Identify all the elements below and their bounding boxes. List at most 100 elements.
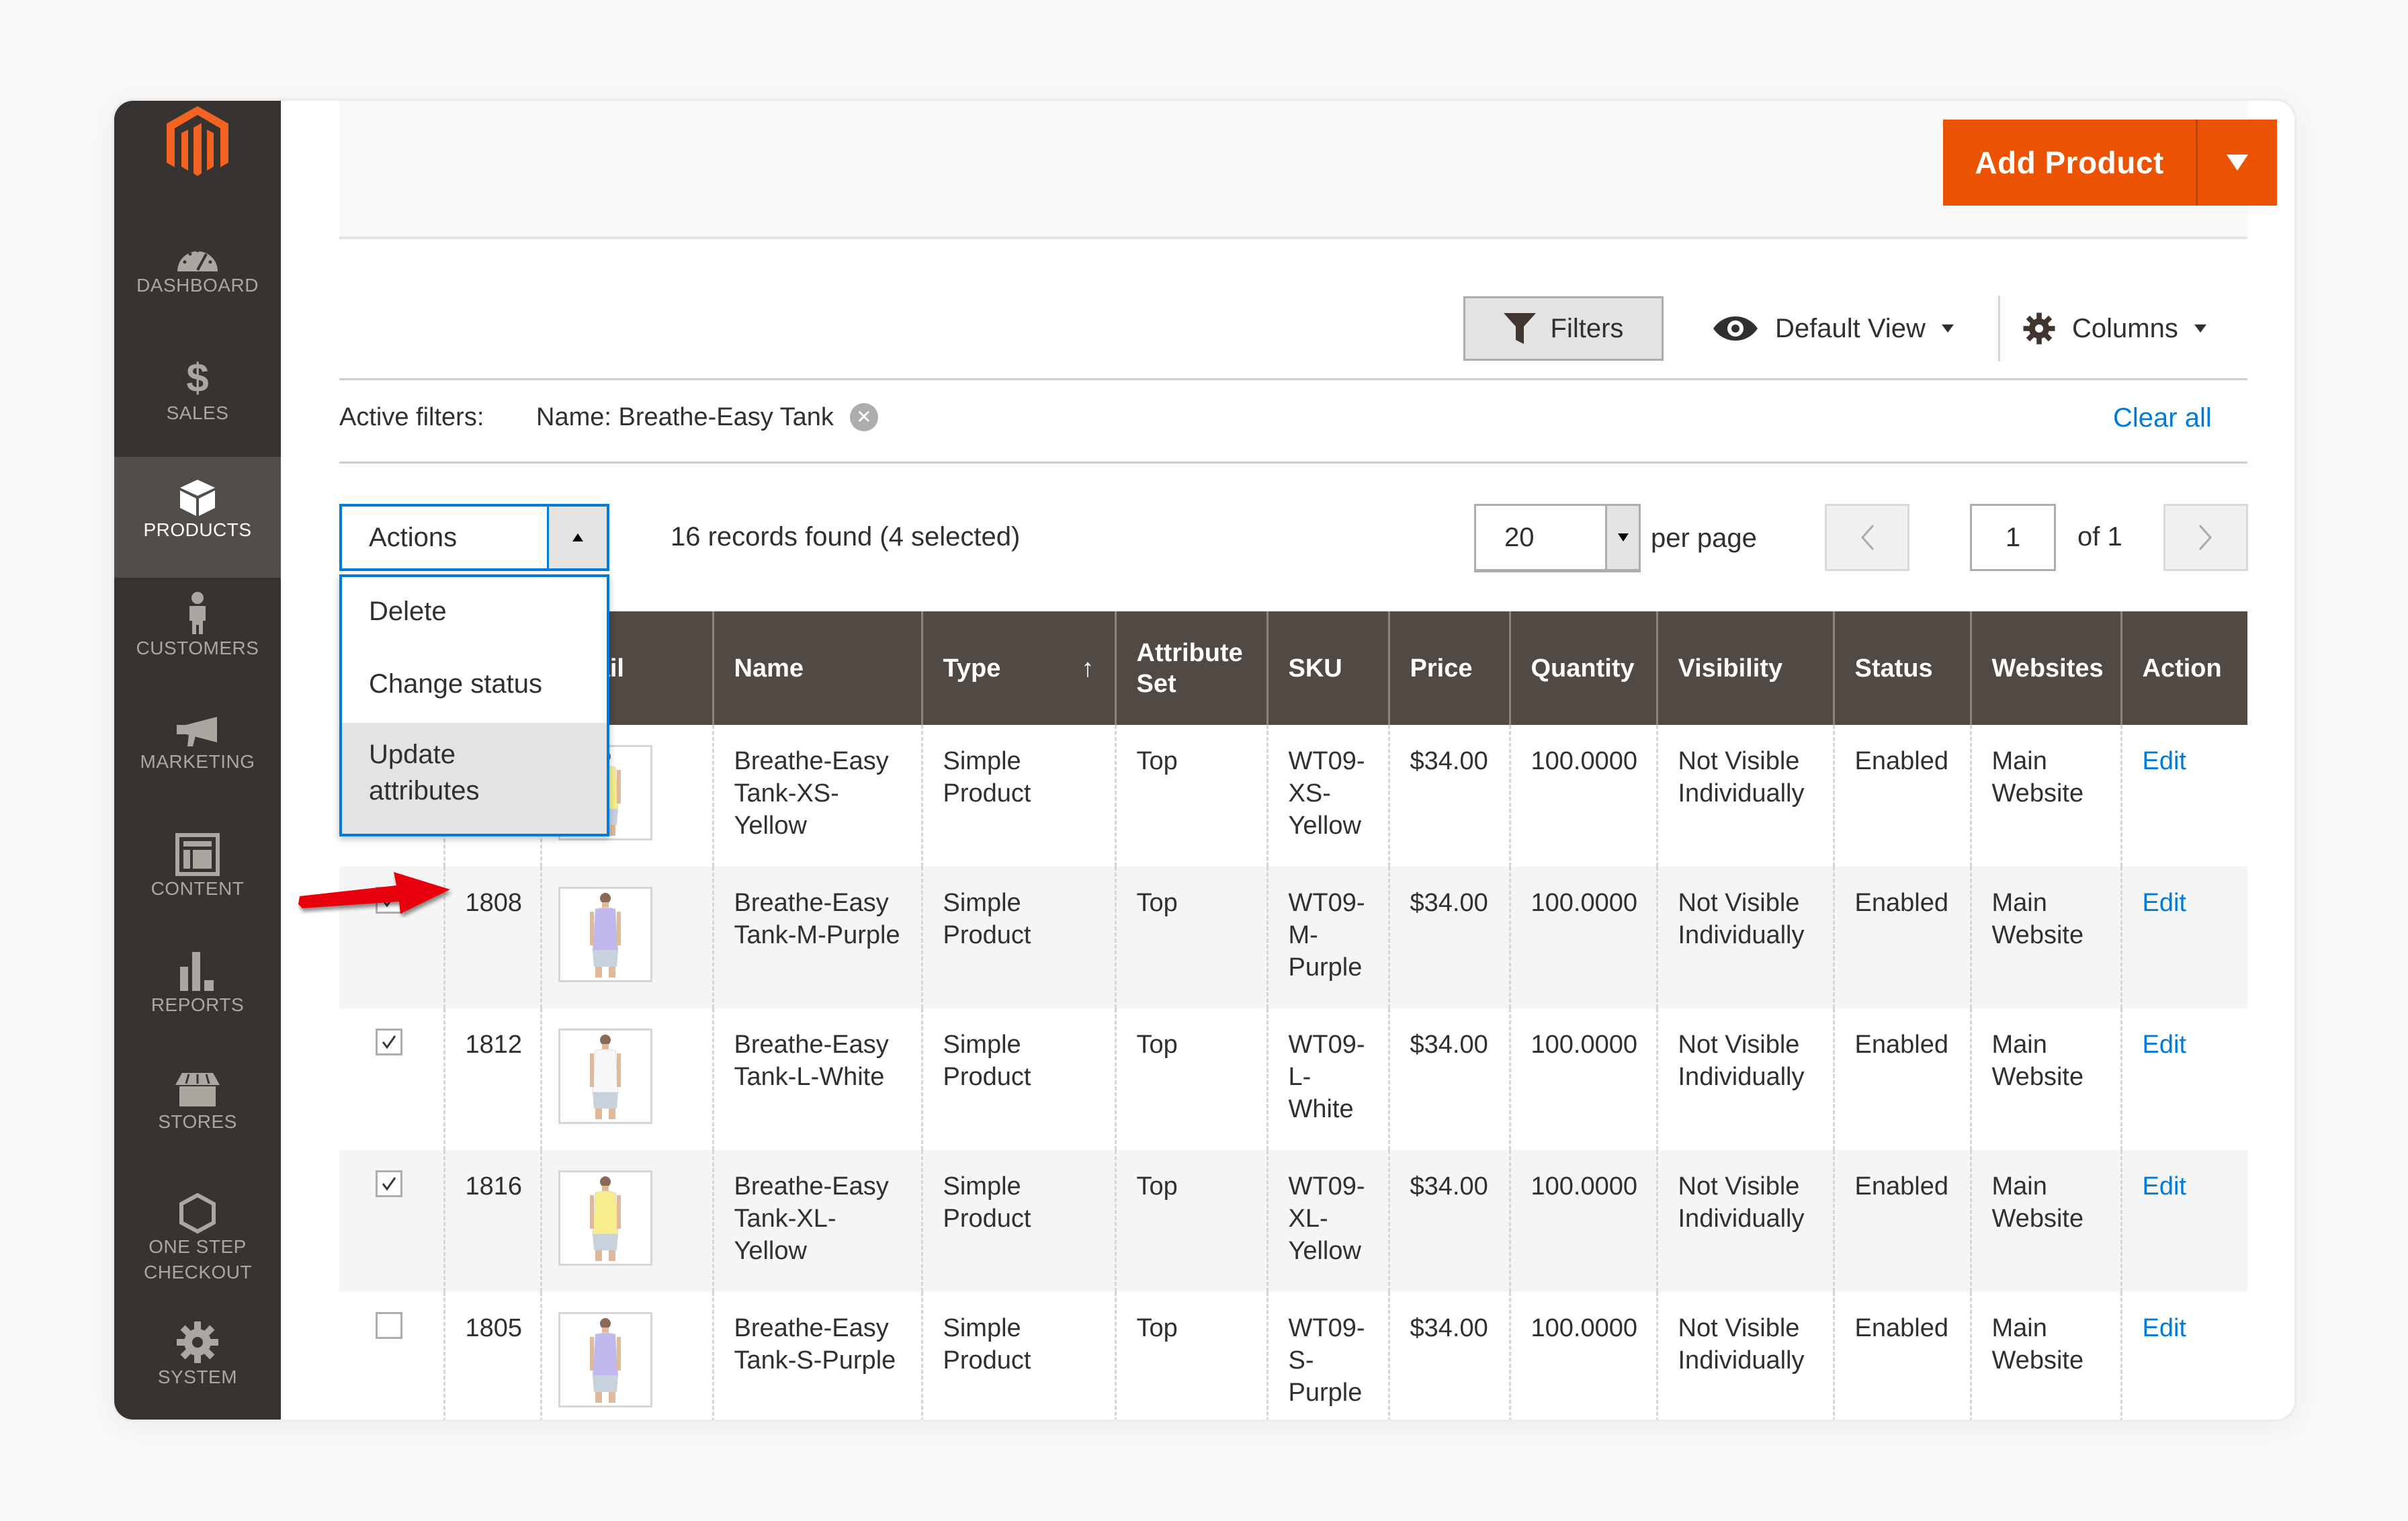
sidebar-item-label: One Step Checkout [144,1236,253,1283]
megaphone-icon [177,717,217,746]
edit-link[interactable]: Edit [2143,889,2186,917]
column-header-websites[interactable]: Websites [1969,611,2121,725]
sidebar-item-customers[interactable]: Customers [114,591,281,692]
product-thumbnail[interactable] [558,1029,652,1124]
cell-select [339,1150,444,1292]
sidebar-item-one-step-checkout[interactable]: One Step Checkout [114,1192,281,1307]
page-actions-bar: Add Product [339,101,2277,239]
column-header-visibility[interactable]: Visibility [1656,611,1834,725]
cell-name: Breathe-Easy Tank-XS-Yellow [712,725,922,867]
edit-link[interactable]: Edit [2143,1031,2186,1059]
cell-sku: WT09-L-White [1266,1008,1389,1150]
previous-page-button[interactable] [1825,504,1909,571]
cell-status: Enabled [1832,1150,1971,1292]
column-header-price[interactable]: Price [1387,611,1510,725]
sidebar-item-content[interactable]: Content [114,833,281,934]
filters-button[interactable]: Filters [1463,296,1664,361]
cell-select [339,1292,444,1420]
action-option-update-attributes[interactable]: Update attributes [342,723,607,834]
active-filter-chip: Name: Breathe-Easy Tank ✕ [536,400,878,434]
mass-actions-toggle[interactable] [549,507,607,568]
cell-attribute-set: Top [1114,1292,1267,1420]
add-product-button[interactable]: Add Product [1943,120,2198,206]
column-header-sku[interactable]: SKU [1266,611,1389,725]
sidebar-item-system[interactable]: System [114,1320,281,1420]
page-header: Add Product [281,101,2294,239]
column-header-attribute-set[interactable]: Attribute Set [1114,611,1267,725]
cell-price: $34.00 [1387,1150,1510,1292]
columns-dropdown[interactable]: Columns [2022,296,2206,361]
sidebar-item-products[interactable]: Products [114,457,281,578]
column-header-type[interactable]: Type ↑ [920,611,1115,725]
cell-sku: WT09-XS-Yellow [1266,725,1389,867]
cell-websites: Main Website [1969,725,2121,867]
filter-chip-text: Name: Breathe-Easy Tank [536,403,834,431]
cell-status: Enabled [1832,867,1971,1008]
cell-id: 1808 [443,867,541,1008]
action-option-change-status[interactable]: Change status [342,666,607,702]
product-photo-icon [589,893,621,977]
cell-id: 1812 [443,1008,541,1150]
product-photo-icon [589,1035,621,1119]
sidebar-item-label: Sales [166,402,229,423]
cell-websites: Main Website [1969,1150,2121,1292]
layout-icon [175,833,220,876]
action-option-delete[interactable]: Delete [342,593,607,629]
gear-icon [2023,312,2055,345]
cell-action: Edit [2120,1292,2247,1420]
add-product-split-button: Add Product [1943,120,2277,206]
table-row[interactable]: Breathe-Easy Tank-XS-Yellow Simple Produ… [339,725,2247,867]
table-row[interactable]: 1805 Breathe-Easy Tank-S-Purple Simple P… [339,1292,2247,1420]
cell-sku: WT09-XL-Yellow [1266,1150,1389,1292]
mass-actions-dropdown[interactable]: Actions [339,504,609,571]
sidebar-item-label: Reports [150,994,245,1015]
sidebar-item-sales[interactable]: $ Sales [114,356,281,457]
cell-id: 1805 [443,1292,541,1420]
cell-attribute-set: Top [1114,1008,1267,1150]
edit-link[interactable]: Edit [2143,1172,2186,1201]
next-page-button[interactable] [2163,504,2248,571]
active-filters-label: Active filters: [339,403,484,431]
sidebar-item-marketing[interactable]: Marketing [114,715,281,816]
caret-down-icon [1941,324,1954,333]
column-header-quantity[interactable]: Quantity [1508,611,1657,725]
total-pages-label: of 1 [2077,522,2122,552]
per-page-toggle[interactable] [1607,506,1639,569]
filters-label: Filters [1550,313,1624,343]
table-row[interactable]: 1808 Breathe-Easy Tank-M-Purple Simple P… [339,867,2247,1008]
row-checkbox[interactable] [376,1029,402,1055]
sidebar-item-stores[interactable]: Stores [114,1072,281,1172]
edit-link[interactable]: Edit [2143,747,2186,775]
product-thumbnail[interactable] [558,887,652,982]
edit-link[interactable]: Edit [2143,1314,2186,1342]
column-header-name[interactable]: Name [712,611,922,725]
cell-name: Breathe-Easy Tank-M-Purple [712,867,922,1008]
per-page-select[interactable]: 20 [1474,504,1641,572]
current-page-input[interactable]: 1 [1970,504,2056,571]
default-view-dropdown[interactable]: Default View [1712,296,1954,361]
row-checkbox[interactable] [376,1312,402,1339]
sidebar-item-label: Dashboard [136,275,259,296]
annotation-arrow-icon [298,872,450,914]
speedometer-icon [177,249,218,271]
sidebar-item-dashboard[interactable]: Dashboard [114,242,281,343]
per-page-label: per page [1651,523,1757,553]
product-thumbnail[interactable] [558,1170,652,1266]
cell-visibility: Not Visible Individually [1656,1008,1834,1150]
clear-all-filters-link[interactable]: Clear all [2113,400,2212,435]
cell-select [339,1008,444,1150]
sidebar-item-reports[interactable]: Reports [114,951,281,1051]
person-icon [189,592,206,634]
cell-status: Enabled [1832,725,1971,867]
table-row[interactable]: 1816 Breathe-Easy Tank-XL-Yellow Simple … [339,1150,2247,1292]
cell-websites: Main Website [1969,867,2121,1008]
cell-price: $34.00 [1387,1292,1510,1420]
add-product-menu-toggle[interactable] [2198,120,2277,206]
magento-logo-icon[interactable] [161,101,234,181]
row-checkbox[interactable] [376,1170,402,1197]
remove-filter-icon[interactable]: ✕ [849,403,878,431]
cell-thumbnail [540,867,713,1008]
column-header-status[interactable]: Status [1832,611,1971,725]
table-row[interactable]: 1812 Breathe-Easy Tank-L-White Simple Pr… [339,1008,2247,1150]
product-thumbnail[interactable] [558,1312,652,1407]
